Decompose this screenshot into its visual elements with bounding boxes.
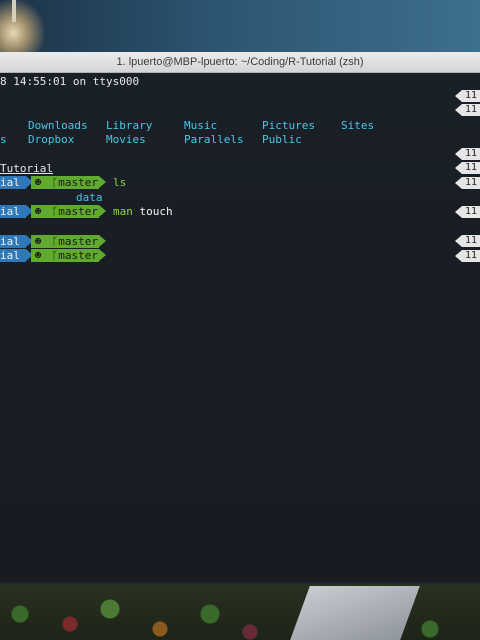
prompt-git-segment: ☻ ᚴmaster — [31, 176, 99, 189]
prompt-dir-segment: ial — [0, 205, 26, 218]
ls-item: Parallels — [184, 133, 244, 146]
git-branch: master — [58, 235, 98, 248]
prompt-git-segment: ☻ ᚴmaster — [31, 205, 99, 218]
ls-item: Music — [184, 119, 218, 132]
github-icon: ☻ — [34, 205, 42, 218]
prompt-dir-segment: ial — [0, 249, 26, 262]
github-icon: ☻ — [34, 176, 42, 189]
prompt-dir-segment: ial — [0, 176, 26, 189]
command: man touch — [113, 205, 173, 218]
prompt-dir-segment: ial — [0, 235, 26, 248]
ls-item: s — [0, 133, 7, 146]
prompt-arrow — [99, 205, 106, 217]
time-badge: 11 — [462, 206, 480, 218]
terminal-window[interactable]: 1. lpuerto@MBP-lpuerto: ~/Coding/R-Tutor… — [0, 52, 480, 582]
time-badge-arrow — [455, 177, 462, 189]
ls-item: Sites — [341, 119, 375, 132]
ls-item: Library — [106, 119, 153, 132]
time-badge-arrow — [455, 148, 462, 160]
ls-item: Movies — [106, 133, 146, 146]
ls-item: data — [76, 191, 103, 204]
terminal-content[interactable]: 8 14:55:01 on ttys000 11 11 Downloads Li… — [0, 73, 480, 582]
wallpaper-spire — [12, 0, 16, 22]
time-badge-arrow — [455, 104, 462, 116]
desktop-wallpaper-top — [0, 0, 480, 55]
time-badge: 11 — [462, 148, 480, 160]
time-badge-arrow — [455, 90, 462, 102]
prompt-arrow — [99, 249, 106, 261]
ls-item: Pictures — [262, 119, 315, 132]
github-icon: ☻ — [34, 249, 42, 262]
git-branch: master — [58, 176, 98, 189]
wallpaper-building — [0, 0, 44, 55]
prompt-git-segment: ☻ ᚴmaster — [31, 235, 99, 248]
prompt-arrow — [99, 235, 106, 247]
git-branch: master — [58, 205, 98, 218]
time-badge-arrow — [455, 206, 462, 218]
time-badge: 11 — [462, 250, 480, 262]
git-branch: master — [58, 249, 98, 262]
time-badge: 11 — [462, 90, 480, 102]
ls-item: Dropbox — [28, 133, 75, 146]
ls-item: Downloads — [28, 119, 88, 132]
time-badge-arrow — [455, 162, 462, 174]
time-badge-arrow — [455, 235, 462, 247]
ls-item: Public — [262, 133, 302, 146]
window-title[interactable]: 1. lpuerto@MBP-lpuerto: ~/Coding/R-Tutor… — [0, 52, 480, 73]
github-icon: ☻ — [34, 235, 42, 248]
command: ls — [113, 176, 127, 189]
last-login-line: 8 14:55:01 on ttys000 — [0, 75, 140, 88]
time-badge: 11 — [462, 162, 480, 174]
prompt-git-segment: ☻ ᚴmaster — [31, 249, 99, 262]
time-badge: 11 — [462, 235, 480, 247]
time-badge: 11 — [462, 177, 480, 189]
time-badge-arrow — [455, 250, 462, 262]
prompt-arrow — [99, 176, 106, 188]
wallpaper-roof — [290, 586, 420, 640]
cd-directory: Tutorial — [0, 162, 53, 175]
time-badge: 11 — [462, 104, 480, 116]
